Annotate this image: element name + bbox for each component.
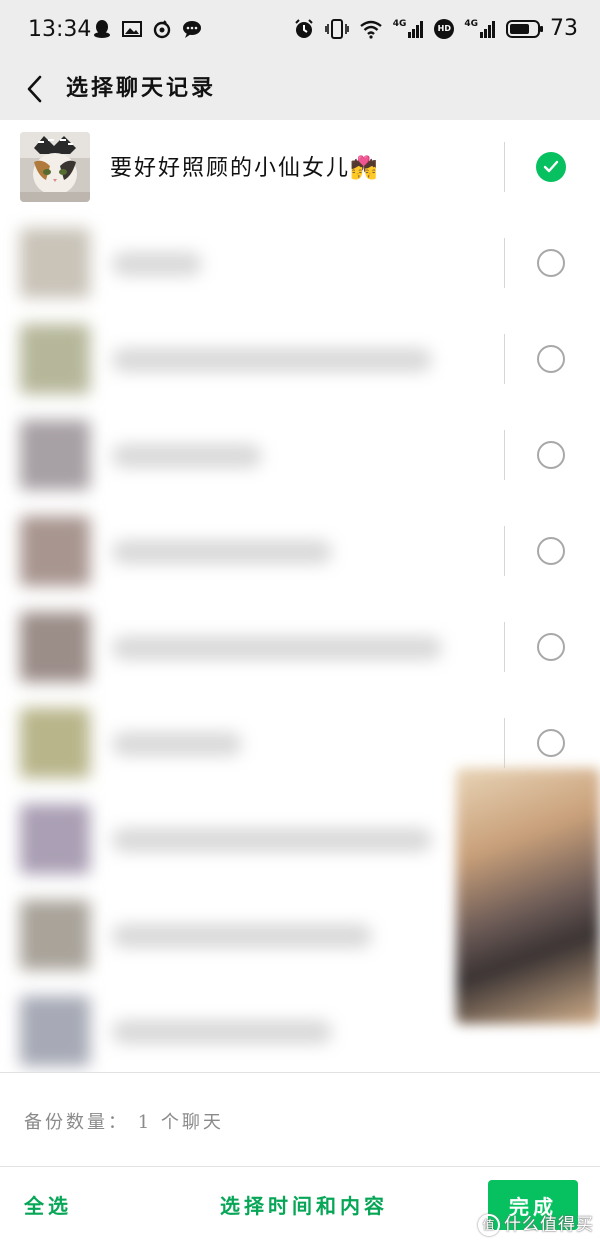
chat-row[interactable] [0, 408, 600, 504]
divider [504, 238, 505, 288]
alarm-icon [294, 18, 313, 38]
watermark-text: 什么值得买 [504, 1215, 594, 1235]
chat-row[interactable] [0, 600, 600, 696]
chevron-left-icon [27, 75, 42, 103]
avatar [20, 420, 90, 490]
avatar [20, 516, 90, 586]
select-time-content-button[interactable]: 选择时间和内容 [220, 1190, 388, 1219]
chat-row[interactable] [0, 216, 600, 312]
vibrate-icon [324, 18, 349, 39]
backup-count: 备份数量： 1 个聊天 [24, 1112, 224, 1133]
avatar [20, 228, 90, 298]
chat-name [112, 348, 432, 372]
status-right-icons: 4G HD 4G 73 [293, 16, 578, 41]
watermark-logo-icon: 值 [478, 1214, 500, 1236]
blurred-photo-overlay [456, 768, 600, 1024]
select-checkbox[interactable] [537, 249, 565, 277]
cat-avatar-image [20, 132, 90, 202]
signal-4g-icon: 4G [464, 19, 496, 38]
divider [504, 622, 505, 672]
chat-name [112, 924, 372, 948]
hd-icon: HD [434, 18, 455, 39]
select-all-button[interactable]: 全选 [24, 1190, 72, 1219]
select-checkbox[interactable] [537, 633, 565, 661]
chat-row[interactable] [0, 312, 600, 408]
netease-music-icon [153, 20, 171, 39]
chat-name: 要好好照顾的小仙女儿💏 [110, 156, 380, 181]
divider [504, 430, 505, 480]
bottom-divider [0, 1166, 600, 1167]
chat-name [112, 828, 432, 852]
avatar [20, 708, 90, 778]
checkmark-icon [543, 160, 559, 173]
avatar [20, 132, 90, 202]
chat-name [112, 732, 242, 756]
chat-name [112, 636, 442, 660]
status-bar: 13:34 4G HD 4G 73 [0, 0, 600, 58]
chat-bubble-icon [183, 21, 201, 38]
chat-row[interactable] [0, 504, 600, 600]
avatar [20, 324, 90, 394]
select-checkbox[interactable] [537, 441, 565, 469]
divider [504, 334, 505, 384]
signal-4g-icon: 4G [393, 19, 425, 38]
divider [504, 142, 505, 192]
select-checkbox[interactable] [537, 537, 565, 565]
watermark: 值什么值得买 [478, 1210, 594, 1236]
back-button[interactable] [14, 66, 54, 112]
avatar [20, 900, 90, 970]
page-title: 选择聊天记录 [66, 75, 217, 101]
battery-fill [510, 23, 529, 34]
wifi-icon [359, 20, 382, 39]
divider [504, 718, 505, 768]
chat-name [112, 540, 332, 564]
select-checkbox[interactable] [536, 152, 566, 182]
chat-list: 要好好照顾的小仙女儿💏 [0, 120, 600, 1072]
chat-name [112, 252, 202, 276]
battery-icon [506, 19, 543, 38]
header: 选择聊天记录 [0, 58, 600, 120]
avatar [20, 996, 90, 1066]
select-checkbox[interactable] [537, 729, 565, 757]
footer-divider [0, 1072, 600, 1073]
chat-name [112, 1020, 332, 1044]
avatar [20, 612, 90, 682]
chat-row[interactable]: 要好好照顾的小仙女儿💏 [0, 120, 600, 216]
qq-icon [94, 20, 110, 38]
status-time: 13:34 [28, 17, 92, 42]
chat-name [112, 444, 262, 468]
avatar [20, 804, 90, 874]
gallery-icon [122, 21, 142, 37]
divider [504, 526, 505, 576]
status-left-icons [92, 19, 202, 39]
battery-level: 73 [550, 16, 578, 41]
select-checkbox[interactable] [537, 345, 565, 373]
